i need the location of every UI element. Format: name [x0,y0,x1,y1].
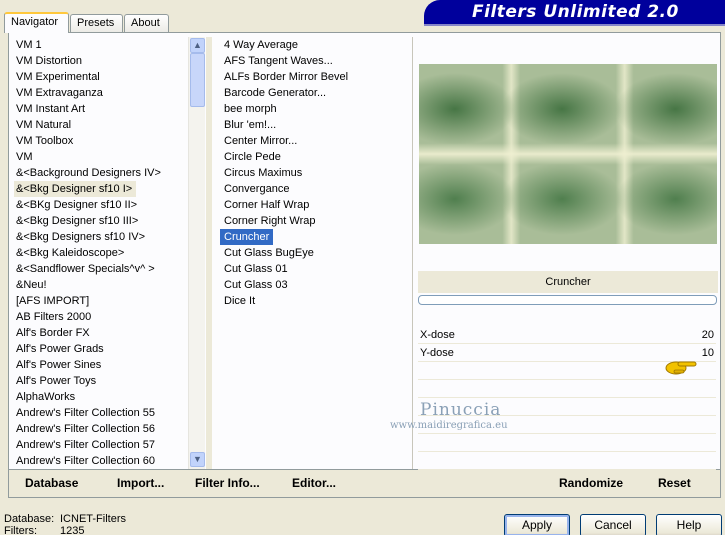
category-list-item[interactable]: &<Bkg Designer sf10 III> [14,213,188,229]
scroll-up-icon[interactable]: ▲ [190,38,205,53]
database-value: ICNET-Filters [60,513,126,525]
param-label: X-dose [420,329,455,341]
tab-presets[interactable]: Presets [70,14,123,32]
filter-list-item[interactable]: Cruncher [220,229,274,245]
progress-bar [418,295,717,305]
category-list-item[interactable]: VM Distortion [14,53,188,69]
filter-list-item[interactable]: 4 Way Average [220,37,410,53]
app-title-banner: Filters Unlimited 2.0 [424,0,725,24]
filter-list-item[interactable]: Cut Glass 01 [220,261,410,277]
filter-name-label: Cruncher [418,271,718,293]
help-button[interactable]: Help [656,514,722,535]
category-list[interactable]: VM 1 VM Distortion VM Experimental VM Extra… [14,37,188,469]
filter-info-button[interactable]: Filter Info... [195,476,260,490]
filter-list-item[interactable]: Center Mirror... [220,133,410,149]
category-list-item[interactable]: Andrew's Filter Collection 60 [14,453,188,469]
tab-about[interactable]: About [124,14,169,32]
filter-list-item[interactable]: Barcode Generator... [220,85,410,101]
param-value[interactable]: 20 [702,326,714,344]
category-list-item[interactable]: VM Extravaganza [14,85,188,101]
param-row-empty [418,452,716,470]
reset-button[interactable]: Reset [658,476,691,490]
category-list-item[interactable]: VM [14,149,188,165]
param-value[interactable]: 10 [702,344,714,362]
divider [412,37,413,469]
category-list-item[interactable]: [AFS IMPORT] [14,293,188,309]
pointing-hand-icon [665,361,697,375]
cancel-button[interactable]: Cancel [580,514,646,535]
category-list-item[interactable]: VM Instant Art [14,101,188,117]
category-list-item[interactable]: Andrew's Filter Collection 55 [14,405,188,421]
category-list-item[interactable]: VM Toolbox [14,133,188,149]
category-list-item[interactable]: &<Bkg Designers sf10 IV> [14,229,188,245]
category-list-item[interactable]: VM 1 [14,37,188,53]
status-info: Database: ICNET-Filters Filters: 1235 [4,513,126,535]
param-label: Y-dose [420,347,454,359]
filter-list-item[interactable]: Cut Glass 03 [220,277,410,293]
tab-navigator[interactable]: Navigator [4,12,69,33]
splitter[interactable] [206,37,212,469]
database-label: Database: [4,513,55,525]
category-list-item[interactable]: &Neu! [14,277,188,293]
category-list-item[interactable]: VM Natural [14,117,188,133]
category-list-item[interactable]: AlphaWorks [14,389,188,405]
param-row-empty [418,434,716,452]
category-list-item[interactable]: Alf's Border FX [14,325,188,341]
filter-list-item[interactable]: ALFs Border Mirror Bevel [220,69,410,85]
bottom-toolbar: Database Import... Filter Info... Editor… [8,470,721,498]
category-list-item[interactable]: Andrew's Filter Collection 57 [14,437,188,453]
editor-button[interactable]: Editor... [292,476,336,490]
category-list-item[interactable]: &<Bkg Kaleidoscope> [14,245,188,261]
filters-count-value: 1235 [60,525,85,535]
category-list-item[interactable]: Alf's Power Sines [14,357,188,373]
watermark-name: Pinuccia [420,400,502,420]
database-button[interactable]: Database [25,476,78,490]
category-scrollbar[interactable]: ▲ ▼ [188,37,205,469]
category-list-item[interactable]: &<Background Designers IV> [14,165,188,181]
filter-list-item[interactable]: Corner Half Wrap [220,197,410,213]
param-list: X-dose 20 Y-dose 10 [418,326,716,470]
filters-count-label: Filters: [4,525,37,535]
import-button[interactable]: Import... [117,476,164,490]
preview-image [419,64,717,244]
category-list-item[interactable]: &<Bkg Designer sf10 I> [14,181,137,197]
apply-button[interactable]: Apply [504,514,570,535]
category-list-item[interactable]: &<Sandflower Specials^v^ > [14,261,188,277]
param-row-empty [418,380,716,398]
category-list-item[interactable]: Alf's Power Toys [14,373,188,389]
filter-list-item[interactable]: bee morph [220,101,410,117]
filter-list-item[interactable]: Circle Pede [220,149,410,165]
param-row-x-dose[interactable]: X-dose 20 [418,326,716,344]
filter-list-item[interactable]: Corner Right Wrap [220,213,410,229]
filter-list-item[interactable]: AFS Tangent Waves... [220,53,410,69]
watermark-url: www.maidiregrafica.eu [390,420,508,431]
filter-list[interactable]: 4 Way Average AFS Tangent Waves... ALFs Bo… [220,37,410,469]
filter-list-item[interactable]: Blur 'em!... [220,117,410,133]
category-list-item[interactable]: Andrew's Filter Collection 56 [14,421,188,437]
filter-list-item[interactable]: Circus Maximus [220,165,410,181]
category-list-item[interactable]: VM Experimental [14,69,188,85]
category-list-item[interactable]: AB Filters 2000 [14,309,188,325]
category-list-item[interactable]: &<BKg Designer sf10 II> [14,197,188,213]
filter-list-item[interactable]: Convergance [220,181,410,197]
filter-list-item[interactable]: Cut Glass BugEye [220,245,410,261]
filter-list-item[interactable]: Dice It [220,293,410,309]
scroll-thumb[interactable] [190,53,205,107]
randomize-button[interactable]: Randomize [559,476,623,490]
category-list-item[interactable]: Alf's Power Grads [14,341,188,357]
scroll-down-icon[interactable]: ▼ [190,452,205,467]
